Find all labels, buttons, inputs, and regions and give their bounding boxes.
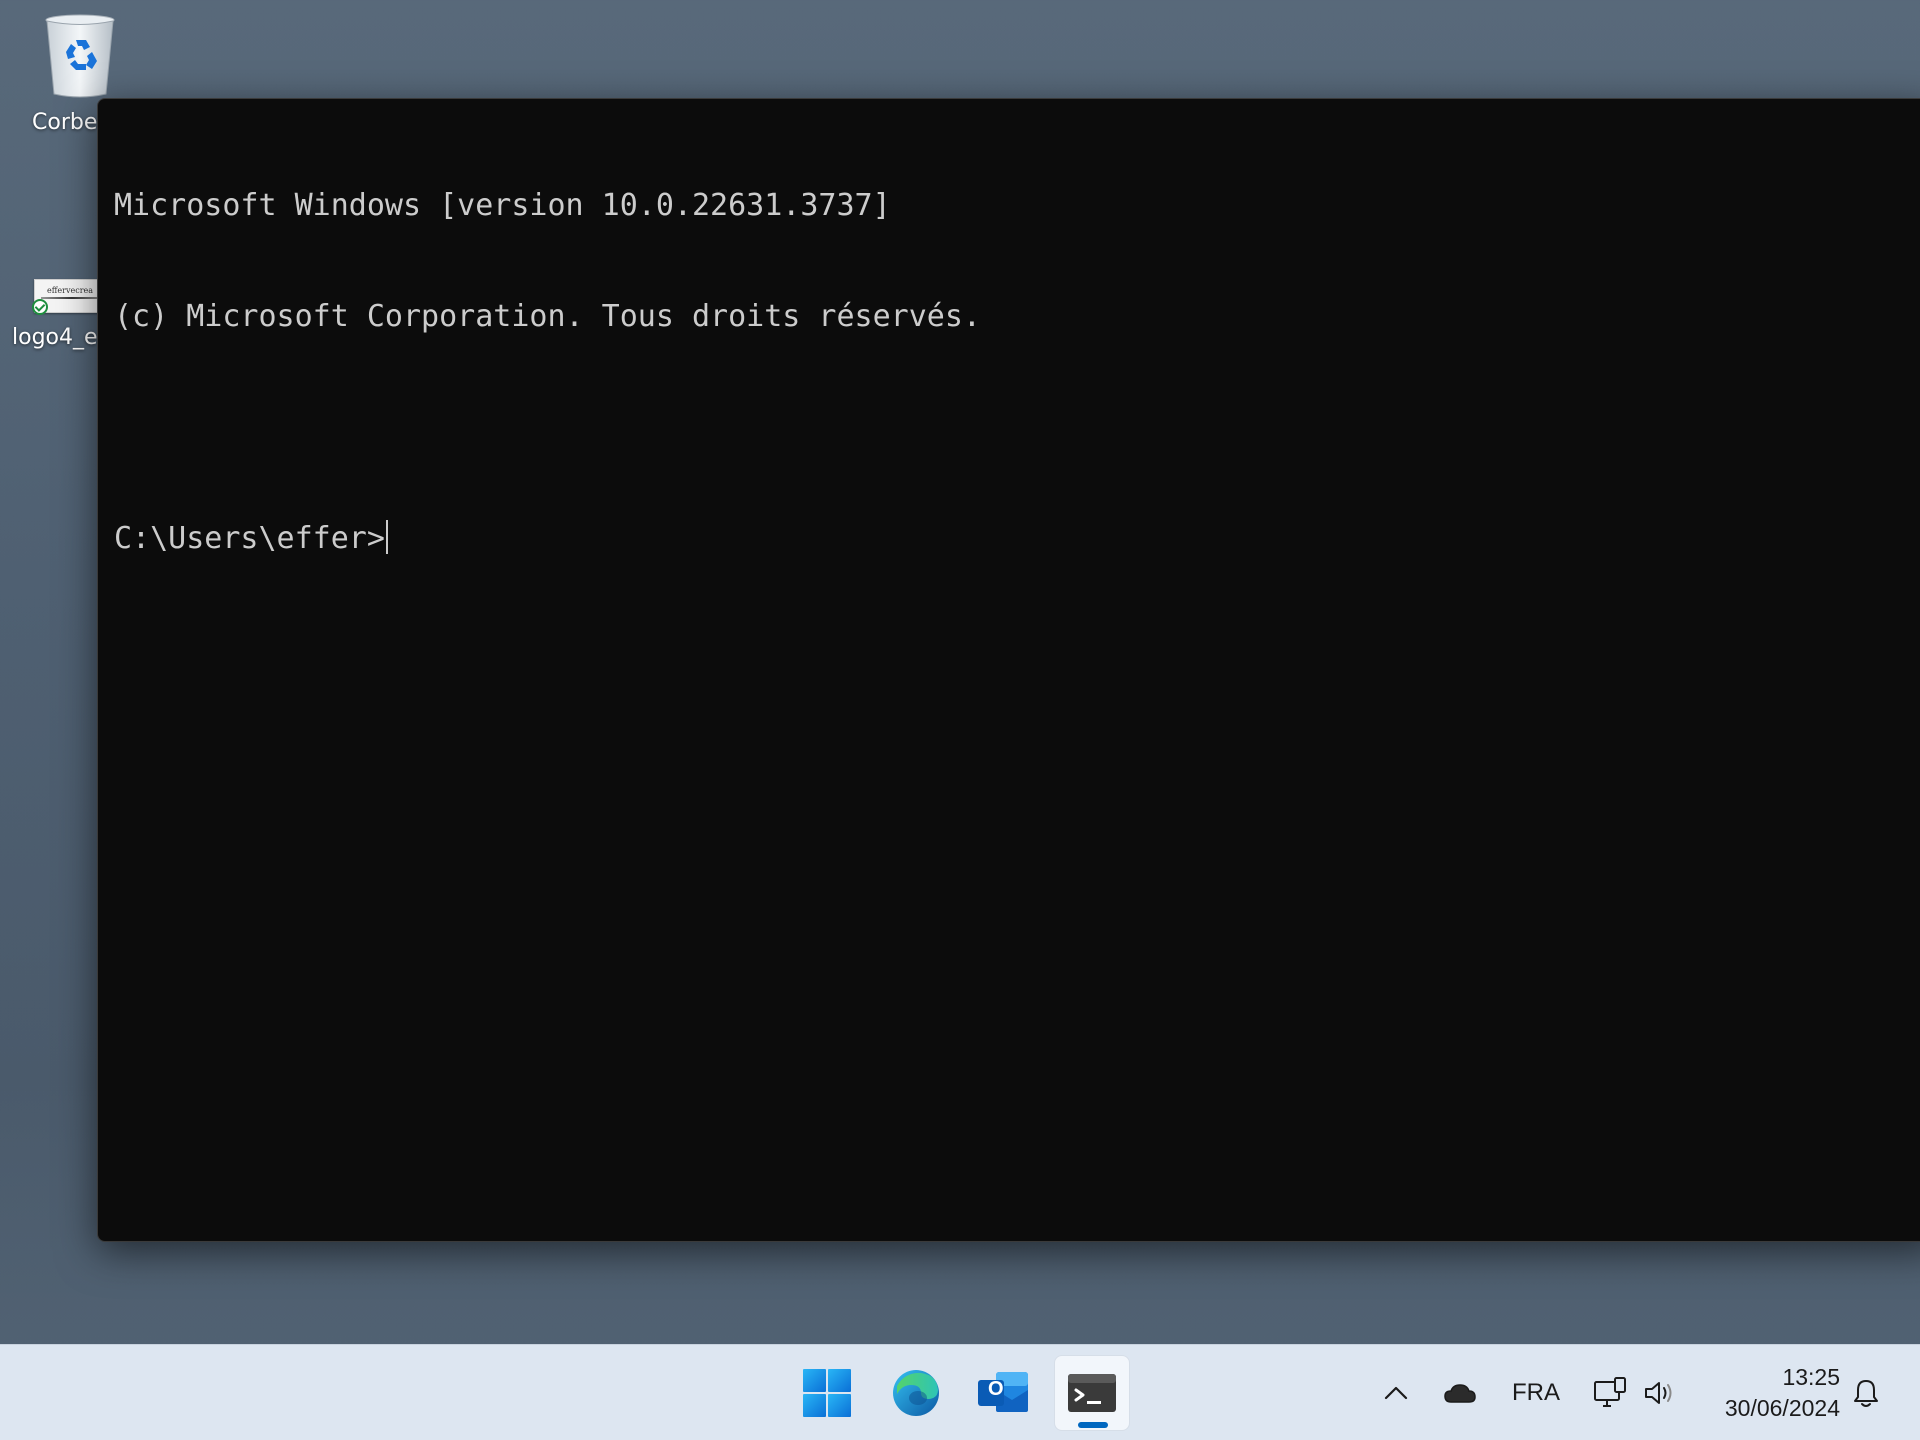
desktop-icon-label: Corbe [32,110,98,135]
text-cursor [385,520,388,554]
clock-tray-button[interactable]: 13:25 30/06/2024 [1700,1345,1840,1440]
sync-status-icon [32,299,48,315]
show-hidden-icons-button[interactable] [1376,1345,1416,1440]
taskbar: O FRA 13:25 30/06/2024 [0,1344,1920,1440]
terminal-prompt-line[interactable]: C:\Users\effer> [114,520,981,557]
network-tray-button[interactable] [1592,1345,1628,1440]
edge-browser-icon [893,1370,939,1416]
outlook-icon [978,1372,1028,1412]
terminal-line: (c) Microsoft Corporation. Tous droits r… [114,299,981,334]
volume-icon [1645,1382,1672,1404]
bell-icon [1854,1380,1878,1407]
active-app-indicator [1078,1422,1108,1428]
terminal-icon [1068,1374,1116,1412]
onedrive-tray-button[interactable] [1440,1345,1480,1440]
recycle-bin-icon [45,14,115,98]
volume-tray-button[interactable] [1640,1345,1680,1440]
chevron-up-icon [1384,1386,1408,1400]
terminal-line: Microsoft Windows [version 10.0.22631.37… [114,188,891,223]
terminal-window[interactable]: Microsoft Windows [version 10.0.22631.37… [97,98,1920,1242]
terminal-taskbar-button[interactable] [1054,1355,1130,1431]
outlook-taskbar-button[interactable]: O [966,1355,1042,1431]
notifications-button[interactable] [1846,1345,1886,1440]
network-icon [1594,1377,1626,1407]
outlook-letter: O [988,1378,1004,1400]
desktop-icon-label: logo4_e [12,325,98,350]
clock-date: 30/06/2024 [1724,1395,1840,1421]
terminal-output[interactable]: Microsoft Windows [version 10.0.22631.37… [114,113,981,631]
terminal-prompt: C:\Users\effer> [114,521,385,556]
clock-time: 13:25 [1782,1364,1840,1390]
onedrive-cloud-icon [1444,1384,1476,1403]
edge-taskbar-button[interactable] [878,1355,954,1431]
language-label: FRA [1512,1379,1560,1406]
thumbnail-text: effervecrea [47,286,94,295]
language-indicator[interactable]: FRA [1506,1345,1566,1440]
windows-logo-icon [803,1369,851,1417]
start-button[interactable] [789,1355,865,1431]
